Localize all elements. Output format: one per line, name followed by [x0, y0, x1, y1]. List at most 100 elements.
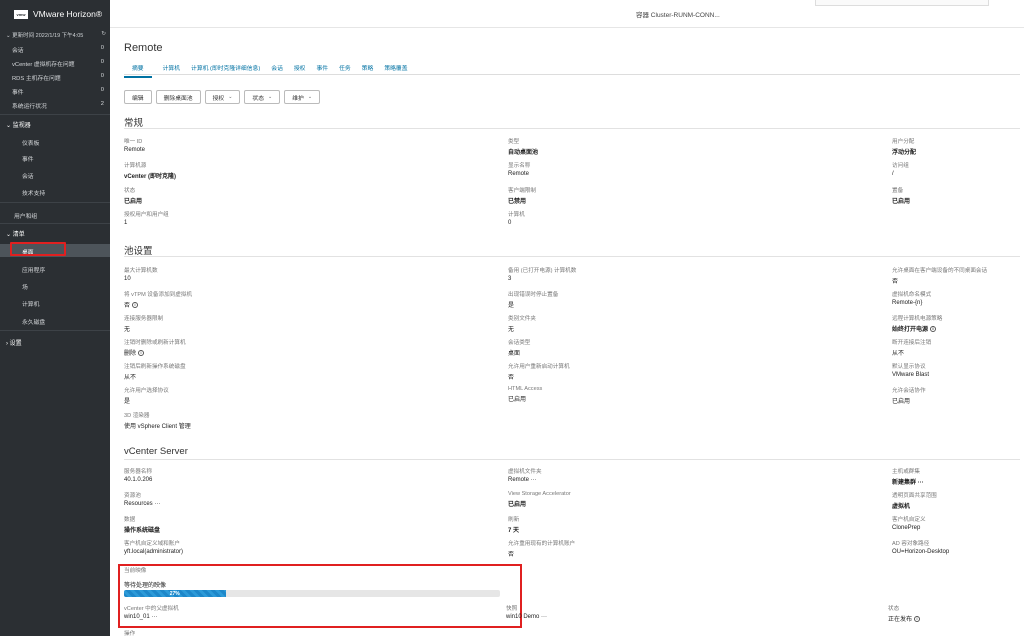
prop-label: 默认显示协议 [892, 364, 926, 370]
section-divider [124, 128, 1020, 129]
entitle-dropdown[interactable]: 授权 ⌄ [204, 90, 241, 104]
brand[interactable]: vmw VMware Horizon® [0, 0, 110, 28]
prop-label: 等待处理的映像 [124, 583, 167, 589]
chevron-down-icon: ⌄ [6, 232, 12, 238]
sidebar-item-events[interactable]: 事件 [22, 154, 34, 163]
stat-vcenter-vm-problems[interactable]: vCenter 虚拟机存在问题 0 [12, 59, 104, 68]
prop-value[interactable]: Remote ··· [508, 477, 738, 483]
prop-choose-protocol: 允许用户选择协议是 [124, 386, 354, 405]
prop-value: 已启用 [124, 199, 143, 205]
progress-fill: 27% [124, 590, 226, 597]
prop-value: 是 [508, 303, 515, 309]
prop-3d-renderer: 3D 渲染器 使用 vSphere Client 管理 [124, 411, 354, 430]
maintain-dropdown[interactable]: 维护 ⌄ [284, 90, 321, 104]
chevron-down-icon[interactable]: ⌄ [6, 33, 11, 39]
info-icon[interactable]: i [132, 302, 139, 309]
sidebar-item-dashboard[interactable]: 仪表板 [22, 138, 39, 147]
nav-group-inventory[interactable]: ⌄ 清单 [6, 229, 25, 238]
prop-label: HTML Access [508, 386, 543, 392]
sidebar-item-support[interactable]: 技术支持 [22, 188, 45, 197]
info-icon[interactable]: i [914, 616, 921, 623]
prop-value: 10 [124, 276, 131, 282]
prop-label: 允许用户重新启动计算机 [508, 364, 570, 370]
prop-label: 允许重用现有的计算机账户 [508, 541, 576, 547]
prop-label: 允许桌面在客户端设备的不同桌面会话 [892, 268, 988, 274]
prop-label: 状态 [888, 606, 900, 612]
prop-value: 从不 [124, 375, 137, 381]
info-icon[interactable]: i [138, 350, 145, 357]
prop-logoff-after-disconnect: 断开连接后注销 从不 [892, 338, 1022, 357]
tab-policies[interactable]: 策略 [362, 63, 374, 78]
prop-value[interactable]: win10 Demo ··· [506, 614, 736, 620]
sidebar-item-persistent-disks[interactable]: 永久磁盘 [22, 317, 45, 326]
refresh-icon[interactable]: ↻ [101, 31, 106, 37]
tab-entitlements[interactable]: 授权 [294, 63, 306, 78]
prop-refresh: 刷新 7 天 [508, 515, 738, 534]
prop-resource-pool: 资源池 Resources ··· [124, 491, 354, 507]
status-dropdown[interactable]: 状态 ⌄ [244, 90, 281, 104]
stat-sessions[interactable]: 会话 0 [12, 45, 104, 54]
prop-label: 数据 [124, 517, 136, 523]
button-label: 状态 [252, 95, 265, 102]
stat-count: 2 [100, 101, 104, 107]
prop-value: Remote [508, 171, 530, 177]
nav-group-monitor[interactable]: ⌄ 监视器 [6, 120, 31, 129]
prop-snapshot: 快照 win10 Demo ··· [506, 604, 736, 620]
delete-pool-button[interactable]: 删除桌面池 [155, 90, 201, 104]
sidebar-item-applications[interactable]: 应用程序 [22, 265, 45, 274]
page-title: Remote [124, 42, 163, 54]
tab-summary[interactable]: 摘要 [124, 63, 152, 78]
section-divider [124, 256, 1020, 257]
prop-value: 始终打开电源 i [892, 324, 1022, 333]
prop-value[interactable]: Resources ··· [124, 501, 354, 507]
prop-label: 注销时删除或刷新计算机 [124, 340, 186, 346]
prop-value[interactable]: 新建集群 ··· [892, 477, 1022, 486]
tab-machines-instant-clone[interactable]: 计算机 (即时克隆详细信息) [191, 63, 260, 78]
stat-count: 0 [100, 87, 104, 93]
prop-value[interactable]: win10_01 ··· [124, 614, 354, 620]
prop-label: 断开连接后注销 [892, 340, 932, 346]
prop-value: 3 [508, 276, 512, 282]
stat-label: vCenter 虚拟机存在问题 [12, 62, 75, 68]
cluster-label[interactable]: 容器 Cluster-RUNM-CONN... [636, 9, 720, 19]
prop-label: 计算机 [508, 212, 525, 218]
prop-parent-vm: vCenter 中的父虚拟机 win10_01 ··· [124, 604, 354, 620]
info-icon[interactable]: i [930, 326, 937, 333]
main-content: Remote 摘要 计算机 计算机 (即时克隆详细信息) 会话 授权 事件 任务… [110, 28, 1024, 636]
prop-value: 否i [124, 300, 354, 309]
top-search-box[interactable] [815, 0, 989, 6]
prop-label: 当前映像 [124, 568, 147, 574]
stat-label: 事件 [12, 90, 24, 96]
section-divider [124, 459, 1020, 460]
prop-value: 0 [508, 220, 512, 226]
prop-ad-container: AD 容对象路径 OU=Horizon-Desktop [892, 539, 1022, 555]
edit-button[interactable]: 编辑 [124, 90, 152, 104]
tab-tasks[interactable]: 任务 [339, 63, 351, 78]
prop-value: 无 [124, 327, 131, 333]
prop-allow-sessions: 允许桌面在客户端设备的不同桌面会话否 [892, 266, 1022, 285]
prop-label: 类别文件夹 [508, 316, 536, 322]
stat-label: 会话 [12, 48, 24, 54]
prop-value: ClonePrep [892, 525, 921, 531]
sidebar-item-users-groups[interactable]: 用户和组 [14, 211, 37, 220]
sidebar-item-sessions[interactable]: 会话 [22, 171, 34, 180]
prop-html-access: HTML Access 已启用 [508, 386, 738, 403]
prop-value: 7 天 [508, 528, 520, 534]
prop-label: 唯一 ID [124, 139, 143, 145]
nav-group-settings[interactable]: › 设置 [6, 338, 22, 347]
tab-events[interactable]: 事件 [316, 63, 328, 78]
highlight-annotation [10, 242, 66, 256]
sidebar-item-farms[interactable]: 场 [22, 282, 28, 291]
sidebar-item-machines[interactable]: 计算机 [22, 299, 39, 308]
prop-value: 从不 [892, 351, 905, 357]
prop-label: AD 容对象路径 [892, 541, 930, 547]
tab-sessions[interactable]: 会话 [271, 63, 283, 78]
stat-system-health[interactable]: 系统运行状况 2 [12, 101, 104, 110]
prop-value: 使用 vSphere Client 管理 [124, 424, 191, 430]
prop-label: 最大计算机数 [124, 268, 158, 274]
prop-label: 虚拟机命名模式 [892, 292, 932, 298]
stat-events[interactable]: 事件 0 [12, 87, 104, 96]
tab-machines[interactable]: 计算机 [163, 63, 180, 78]
tab-policy-overrides[interactable]: 策略覆盖 [384, 63, 407, 78]
stat-rds-host-problems[interactable]: RDS 主机存在问题 0 [12, 73, 104, 82]
